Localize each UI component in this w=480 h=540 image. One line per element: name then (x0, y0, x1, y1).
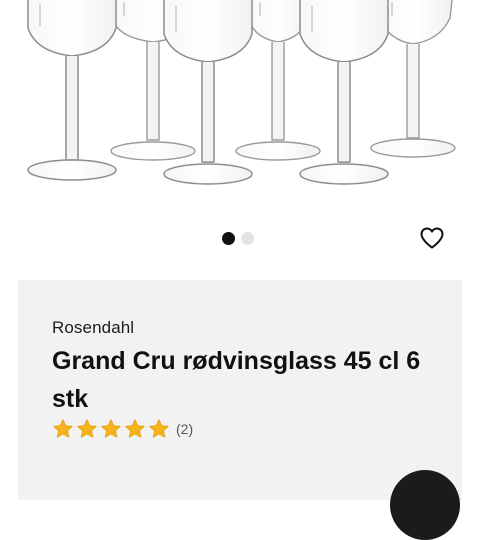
wine-glasses-image (27, 0, 456, 185)
star-icon (53, 419, 73, 438)
carousel-dot-2[interactable] (241, 231, 254, 245)
carousel-dot-1[interactable] (222, 231, 235, 245)
star-icon (149, 419, 169, 438)
add-to-cart-button[interactable] (390, 470, 460, 540)
product-image[interactable] (0, 0, 480, 200)
star-icon (77, 419, 97, 438)
wishlist-button[interactable] (418, 224, 446, 252)
product-rating[interactable]: (2) (52, 418, 193, 440)
carousel-dots (222, 231, 254, 245)
review-count: (2) (176, 421, 194, 437)
star-icon (125, 419, 145, 438)
product-info-card: Rosendahl Grand Cru rødvinsglass 45 cl 6… (18, 280, 462, 500)
star-icon (101, 419, 121, 438)
product-brand[interactable]: Rosendahl (52, 318, 134, 338)
product-title: Grand Cru rødvinsglass 45 cl 6 stk (52, 347, 421, 413)
heart-outline-icon (420, 227, 444, 249)
rating-stars (52, 418, 170, 440)
